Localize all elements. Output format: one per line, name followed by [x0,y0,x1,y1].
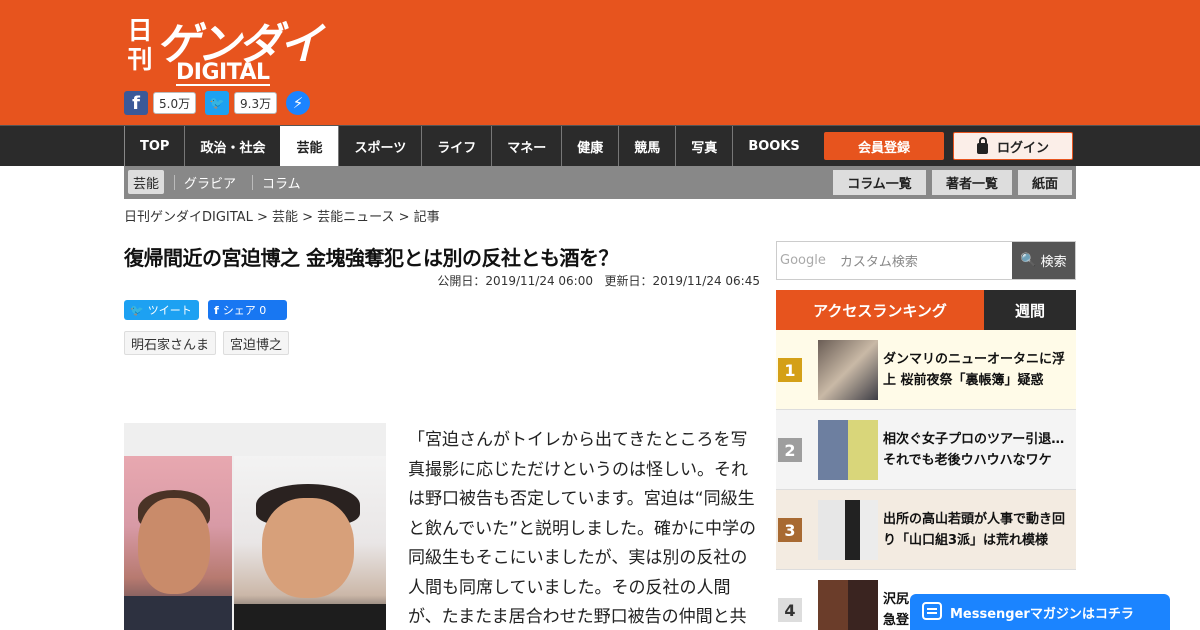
logo-kanji: 日刊 [127,16,153,74]
nav-item-money[interactable]: マネー [491,126,561,166]
ranking-header: アクセスランキング 週間 [776,290,1076,330]
subnav-divider [252,175,253,190]
photo-right [234,456,386,630]
facebook-icon: f [124,91,148,115]
column-list-button[interactable]: コラム一覧 [833,170,926,195]
nav-item-life[interactable]: ライフ [421,126,491,166]
facebook-count: 5.0万 [153,92,197,114]
search-button[interactable]: 🔍 検索 [1012,242,1075,279]
photo-suit [124,596,232,630]
nav-item-keiba[interactable]: 競馬 [618,126,675,166]
share-label: シェア 0 [222,304,267,317]
ranking-text: 出所の高山若頭が人事で動き回り「山口組3派」は荒れ模様 [883,512,1066,548]
twitter-icon: 🐦 [130,303,144,317]
search-box: Google カスタム検索 🔍 検索 [776,241,1076,280]
nav-item-health[interactable]: 健康 [561,126,618,166]
breadcrumb[interactable]: 日刊ゲンダイDIGITAL > 芸能 > 芸能ニュース > 記事 [124,206,440,225]
tweet-button[interactable]: 🐦 ツイート [124,300,199,320]
nav-item-politics[interactable]: 政治・社会 [184,126,280,166]
logo-sub: DIGITAL [176,60,270,86]
facebook-share[interactable]: f 5.0万 [124,91,197,115]
twitter-icon: 🐦 [205,91,229,115]
search-button-label: 検索 [1040,255,1067,270]
main-nav: TOP 政治・社会 芸能 スポーツ ライフ マネー 健康 競馬 写真 BOOKS… [0,125,1200,166]
nav-item-entertainment[interactable]: 芸能 [280,126,339,166]
paper-button[interactable]: 紙面 [1018,170,1072,195]
subnav-divider [174,175,175,190]
rank-number: 4 [778,598,802,622]
ranking-text: 相次ぐ女子プロのツアー引退…それでも老後ウハウハなワケ [883,432,1065,468]
twitter-share[interactable]: 🐦 9.3万 [205,91,278,115]
rank-number: 3 [778,518,802,542]
login-label: ログイン [996,140,1049,156]
nav-item-photo[interactable]: 写真 [675,126,732,166]
rank-number: 1 [778,358,802,382]
ranking-text: ダンマリのニューオータニに浮上 桜前夜祭「裏帳簿」疑惑 [883,352,1066,388]
tag-sanma[interactable]: 明石家さんま [124,331,217,355]
search-input[interactable]: Google カスタム検索 [777,242,1013,279]
sub-nav: 芸能 グラビア コラム コラム一覧 著者一覧 紙面 [124,166,1076,199]
updated-date: 更新日：2019/11/24 06:45 [604,274,760,288]
site-logo[interactable]: 日刊 ゲンダイ DIGITAL [124,10,324,86]
google-label: Google [780,253,826,268]
nav-item-sports[interactable]: スポーツ [338,126,421,166]
rank-number: 2 [778,438,802,462]
tag-miyasako[interactable]: 宮迫博之 [223,331,290,355]
nav-item-books[interactable]: BOOKS [732,126,814,166]
messenger-banner[interactable]: Messengerマガジンはコチラ [910,594,1170,630]
tweet-label: ツイート [147,304,192,317]
ranking-title[interactable]: アクセスランキング [776,290,984,330]
register-button[interactable]: 会員登録 [824,132,944,160]
lock-icon [976,136,988,154]
ranking-thumbnail [818,580,878,630]
ranking-thumbnail [818,420,878,480]
facebook-share-button[interactable]: f シェア 0 [208,300,287,320]
article-dates: 公開日：2019/11/24 06:00 更新日：2019/11/24 06:4… [437,272,760,289]
nav-item-top[interactable]: TOP [124,126,184,166]
photo-suit [234,604,386,630]
ranking-item[interactable]: 2 相次ぐ女子プロのツアー引退…それでも老後ウハウハなワケ [776,410,1076,490]
ranking-item[interactable]: 3 出所の高山若頭が人事で動き回り「山口組3派」は荒れ模様 [776,490,1076,570]
page-title: 復帰間近の宮迫博之 金塊強奪犯とは別の反社とも酒を？ [124,246,618,270]
search-icon: 🔍 [1020,253,1037,268]
author-list-button[interactable]: 著者一覧 [932,170,1012,195]
ranking-thumbnail [818,500,878,560]
chat-icon [922,602,942,620]
photo-face [138,498,210,594]
messenger-banner-label: Messengerマガジンはコチラ [950,606,1134,622]
article-body: 「宮迫さんがトイレから出てきたところを写真撮影に応じただけというのは怪しい。それ… [408,430,756,627]
facebook-icon: f [214,303,219,317]
photo-face [262,498,354,598]
article-photo [124,423,386,630]
published-date: 公開日：2019/11/24 06:00 [437,274,593,288]
twitter-count: 9.3万 [234,92,278,114]
login-button[interactable]: ログイン [953,132,1073,160]
subnav-item-gravure[interactable]: グラビア [184,166,236,199]
ranking-thumbnail [818,340,878,400]
photo-left [124,456,232,630]
messenger-icon[interactable]: ⚡ [286,91,310,115]
ranking-tab-weekly[interactable]: 週間 [984,290,1076,330]
search-placeholder: カスタム検索 [839,255,918,270]
subnav-item-entertainment[interactable]: 芸能 [128,170,165,194]
site-header: 日刊 ゲンダイ DIGITAL f 5.0万 🐦 9.3万 ⚡ [0,0,1200,125]
subnav-item-column[interactable]: コラム [262,166,301,199]
ranking-item[interactable]: 1 ダンマリのニューオータニに浮上 桜前夜祭「裏帳簿」疑惑 [776,330,1076,410]
